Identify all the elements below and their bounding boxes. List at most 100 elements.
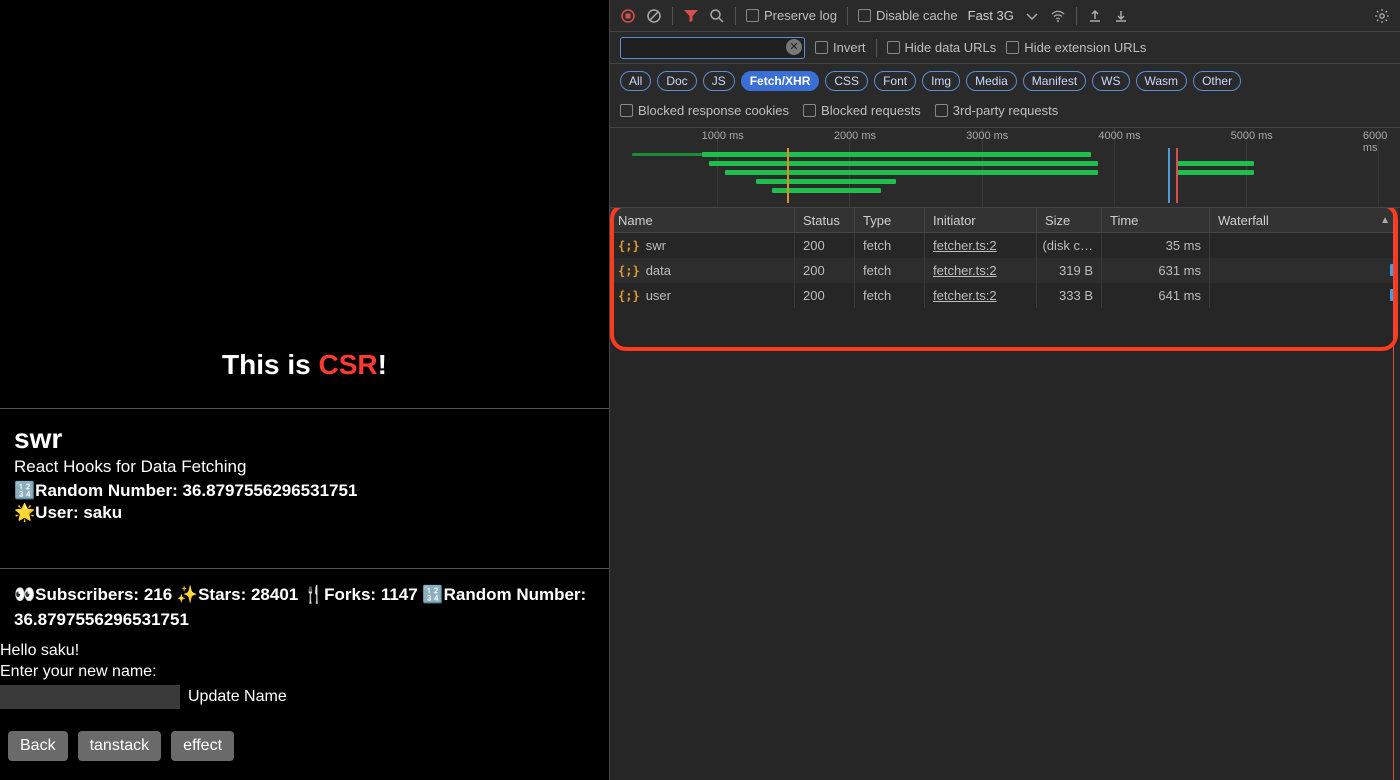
- col-type[interactable]: Type: [855, 208, 925, 232]
- disable-cache-label: Disable cache: [876, 8, 958, 23]
- gear-icon[interactable]: [1374, 8, 1390, 24]
- back-button[interactable]: Back: [8, 731, 68, 761]
- sort-asc-icon: ▲: [1380, 215, 1390, 226]
- table-header: Name Status Type Initiator Size Time Wat…: [610, 208, 1398, 233]
- pill-js[interactable]: JS: [703, 71, 735, 91]
- tick-label: 5000 ms: [1231, 130, 1273, 142]
- metrics-block: 👀Subscribers: 216 ✨Stars: 28401 🍴Forks: …: [0, 569, 609, 771]
- request-name: swr: [646, 238, 666, 253]
- col-size[interactable]: Size: [1037, 208, 1102, 232]
- network-table: Name Status Type Initiator Size Time Wat…: [610, 208, 1398, 780]
- timeline-overview[interactable]: 1000 ms 2000 ms 3000 ms 4000 ms 5000 ms …: [610, 128, 1400, 208]
- blocked-requests-label: Blocked requests: [821, 103, 921, 118]
- pill-fetch-xhr[interactable]: Fetch/XHR: [741, 71, 820, 91]
- col-initiator[interactable]: Initiator: [925, 208, 1037, 232]
- title-highlight: CSR: [319, 349, 378, 380]
- hide-data-urls-checkbox[interactable]: Hide data URLs: [887, 40, 997, 55]
- pill-media[interactable]: Media: [966, 71, 1017, 91]
- app-hero: This is CSR!: [0, 0, 609, 373]
- request-time: 641 ms: [1102, 283, 1210, 308]
- request-size: (disk c…: [1037, 233, 1102, 258]
- clear-icon[interactable]: [646, 8, 662, 24]
- json-icon: {;}: [618, 239, 640, 253]
- network-table-area: Name Status Type Initiator Size Time Wat…: [610, 208, 1400, 780]
- name-row: Update Name: [0, 685, 595, 709]
- separator: [1076, 7, 1077, 25]
- app-panel: This is CSR! swr React Hooks for Data Fe…: [0, 0, 609, 780]
- disable-cache-checkbox[interactable]: Disable cache: [858, 8, 958, 23]
- col-time[interactable]: Time: [1102, 208, 1210, 232]
- third-party-label: 3rd-party requests: [953, 103, 1059, 118]
- request-initiator[interactable]: fetcher.ts:2: [933, 238, 997, 253]
- request-time: 35 ms: [1102, 233, 1210, 258]
- load-line: [1393, 208, 1394, 780]
- pill-ws[interactable]: WS: [1092, 71, 1129, 91]
- effect-button[interactable]: effect: [171, 731, 234, 761]
- nav-buttons: Back tanstack effect: [8, 731, 595, 761]
- clear-filter-icon[interactable]: ✕: [786, 39, 802, 55]
- separator: [847, 7, 848, 25]
- filter-box: ✕: [620, 37, 805, 59]
- pill-wasm[interactable]: Wasm: [1136, 71, 1188, 91]
- pill-img[interactable]: Img: [922, 71, 960, 91]
- invert-checkbox[interactable]: Invert: [815, 40, 866, 55]
- blocked-cookies-checkbox[interactable]: Blocked response cookies: [620, 103, 789, 118]
- request-size: 333 B: [1037, 283, 1102, 308]
- request-name: data: [646, 263, 671, 278]
- more-filters-row: Blocked response cookies Blocked request…: [610, 98, 1400, 128]
- col-waterfall[interactable]: Waterfall▲: [1210, 208, 1398, 232]
- blocked-requests-checkbox[interactable]: Blocked requests: [803, 103, 921, 118]
- third-party-checkbox[interactable]: 3rd-party requests: [935, 103, 1059, 118]
- update-name-label[interactable]: Update Name: [188, 688, 287, 706]
- tick-label: 2000 ms: [834, 130, 876, 142]
- request-type: fetch: [855, 258, 925, 283]
- name-input[interactable]: [0, 685, 180, 709]
- preserve-log-checkbox[interactable]: Preserve log: [746, 8, 837, 23]
- request-type: fetch: [855, 283, 925, 308]
- col-status[interactable]: Status: [795, 208, 855, 232]
- upload-icon[interactable]: [1087, 8, 1103, 24]
- filter-icon[interactable]: [683, 8, 699, 24]
- col-name[interactable]: Name: [610, 208, 795, 232]
- devtools-panel: Preserve log Disable cache Fast 3G ✕ Inv…: [609, 0, 1400, 780]
- download-icon[interactable]: [1113, 8, 1129, 24]
- tick-label: 6000 ms: [1363, 130, 1394, 154]
- request-initiator[interactable]: fetcher.ts:2: [933, 288, 997, 303]
- record-icon[interactable]: [620, 8, 636, 24]
- metrics-text: 👀Subscribers: 216 ✨Stars: 28401 🍴Forks: …: [14, 583, 595, 632]
- request-initiator[interactable]: fetcher.ts:2: [933, 263, 997, 278]
- chevron-down-icon[interactable]: [1024, 8, 1040, 24]
- hide-ext-urls-checkbox[interactable]: Hide extension URLs: [1006, 40, 1146, 55]
- request-status: 200: [795, 233, 855, 258]
- title-prefix: This is: [222, 349, 318, 380]
- title-suffix: !: [378, 349, 387, 380]
- table-row[interactable]: {;}user 200 fetch fetcher.ts:2 333 B 641…: [610, 283, 1398, 308]
- pill-font[interactable]: Font: [874, 71, 916, 91]
- table-row[interactable]: {;}swr 200 fetch fetcher.ts:2 (disk c… 3…: [610, 233, 1398, 258]
- tick-label: 4000 ms: [1098, 130, 1140, 142]
- filter-row: ✕ Invert Hide data URLs Hide extension U…: [610, 32, 1400, 64]
- waterfall-cell: [1210, 258, 1398, 283]
- name-label: Enter your new name:: [0, 663, 595, 681]
- pill-css[interactable]: CSS: [825, 71, 868, 91]
- filter-input[interactable]: [620, 37, 805, 59]
- pill-other[interactable]: Other: [1193, 71, 1241, 91]
- pill-manifest[interactable]: Manifest: [1023, 71, 1086, 91]
- throttle-select[interactable]: Fast 3G: [968, 8, 1014, 23]
- separator: [672, 7, 673, 25]
- swr-heading: swr: [14, 423, 595, 455]
- pill-doc[interactable]: Doc: [657, 71, 696, 91]
- random-number-line: 🔢Random Number: 36.8797556296531751: [14, 481, 595, 501]
- tanstack-button[interactable]: tanstack: [78, 731, 162, 761]
- request-name: user: [646, 288, 671, 303]
- waterfall-cell: [1210, 233, 1398, 258]
- page-title: This is CSR!: [222, 349, 387, 381]
- wifi-icon[interactable]: [1050, 8, 1066, 24]
- request-status: 200: [795, 283, 855, 308]
- network-toolbar: Preserve log Disable cache Fast 3G: [610, 0, 1400, 32]
- timeline-lanes: [616, 152, 1394, 197]
- table-row[interactable]: {;}data 200 fetch fetcher.ts:2 319 B 631…: [610, 258, 1398, 283]
- search-icon[interactable]: [709, 8, 725, 24]
- tick-label: 3000 ms: [966, 130, 1008, 142]
- pill-all[interactable]: All: [620, 71, 651, 91]
